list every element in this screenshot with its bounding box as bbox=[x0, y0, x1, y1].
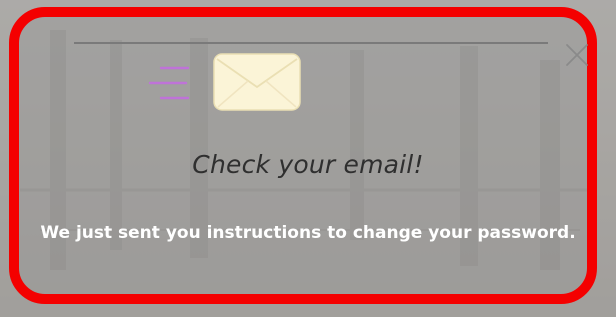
speed-lines-icon bbox=[148, 66, 190, 100]
close-icon bbox=[566, 44, 588, 66]
envelope-icon bbox=[213, 53, 301, 111]
dialog-message: We just sent you instructions to change … bbox=[40, 223, 576, 243]
screen: Check your email! We just sent you instr… bbox=[0, 0, 616, 317]
mail-illustration bbox=[148, 53, 301, 111]
close-button[interactable] bbox=[563, 41, 591, 69]
divider bbox=[74, 42, 548, 44]
dialog-title: Check your email! bbox=[192, 150, 424, 179]
